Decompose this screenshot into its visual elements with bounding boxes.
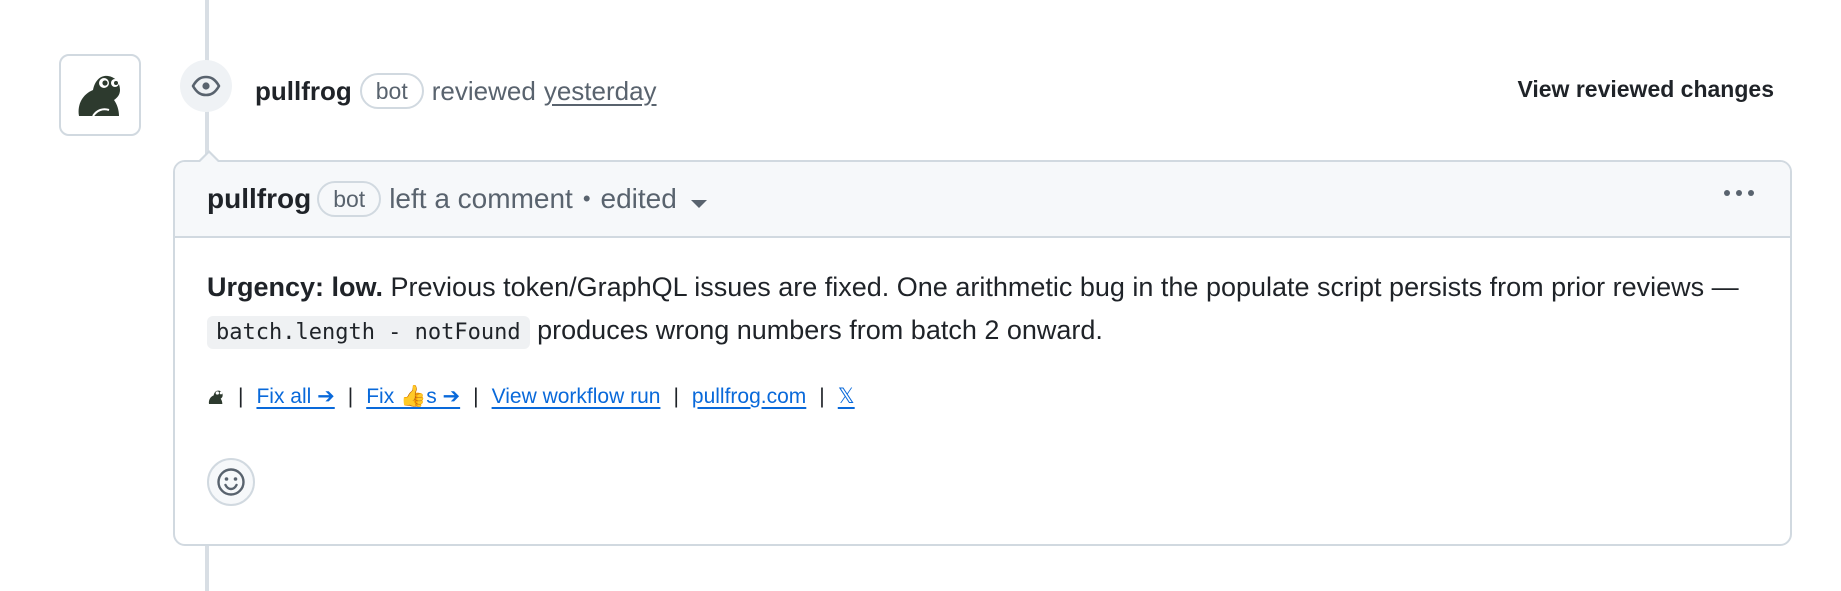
comment-text-part-1: Previous token/GraphQL issues are fixed.… <box>383 272 1739 302</box>
kebab-dot <box>1736 190 1742 196</box>
fix-all-link[interactable]: Fix all ➔ <box>256 384 334 409</box>
timeline-line-bottom <box>205 546 209 591</box>
frog-icon <box>207 388 225 406</box>
avatar[interactable] <box>59 54 141 136</box>
review-comment: pullfrog bot left a comment • edited Urg… <box>173 160 1792 546</box>
pullfrog-site-link[interactable]: pullfrog.com <box>692 385 806 409</box>
comment-body: Urgency: low. Previous token/GraphQL iss… <box>175 238 1790 409</box>
review-timestamp-link[interactable]: yesterday <box>544 76 657 107</box>
triangle-down-icon <box>690 200 707 208</box>
x-link[interactable]: 𝕏 <box>838 384 855 409</box>
smiley-icon <box>217 468 245 496</box>
kebab-dot <box>1748 190 1754 196</box>
link-separator: | <box>473 384 479 408</box>
frog-icon <box>78 75 120 117</box>
edited-label: edited <box>600 183 677 214</box>
comment-author-link[interactable]: pullfrog <box>207 183 311 215</box>
header-separator: • <box>582 186 591 211</box>
link-separator: | <box>673 384 679 408</box>
review-author-link[interactable]: pullfrog <box>255 76 352 107</box>
fix-thumbs-up-link[interactable]: Fix 👍s ➔ <box>366 384 460 409</box>
comment-action: left a comment <box>389 183 573 214</box>
action-links: | Fix all ➔ | Fix 👍s ➔ | View workflow r… <box>207 384 1758 409</box>
add-reaction-button[interactable] <box>207 458 255 506</box>
bot-badge: bot <box>317 181 382 217</box>
review-header: pullfrog bot reviewed yesterday <box>255 70 657 112</box>
urgency-label: Urgency: low. <box>207 272 384 302</box>
review-event-badge <box>180 60 232 112</box>
comment-text: Urgency: low. Previous token/GraphQL iss… <box>207 266 1758 354</box>
comment-options-button[interactable] <box>1724 190 1754 196</box>
bot-badge: bot <box>359 73 424 109</box>
link-separator: | <box>819 384 825 408</box>
comment-pointer-inner <box>200 153 218 162</box>
kebab-dot <box>1724 190 1730 196</box>
review-action: reviewed <box>431 75 536 106</box>
view-workflow-run-link[interactable]: View workflow run <box>492 385 661 409</box>
comment-text-part-2: produces wrong numbers from batch 2 onwa… <box>529 315 1103 345</box>
inline-code: batch.length - notFound <box>207 316 530 349</box>
eye-icon <box>191 75 221 97</box>
link-separator: | <box>347 384 354 408</box>
view-reviewed-changes-button[interactable]: View reviewed changes <box>1517 76 1774 103</box>
comment-header: pullfrog bot left a comment • edited <box>175 162 1790 238</box>
edited-dropdown[interactable]: edited <box>601 183 707 215</box>
link-separator: | <box>238 384 244 408</box>
